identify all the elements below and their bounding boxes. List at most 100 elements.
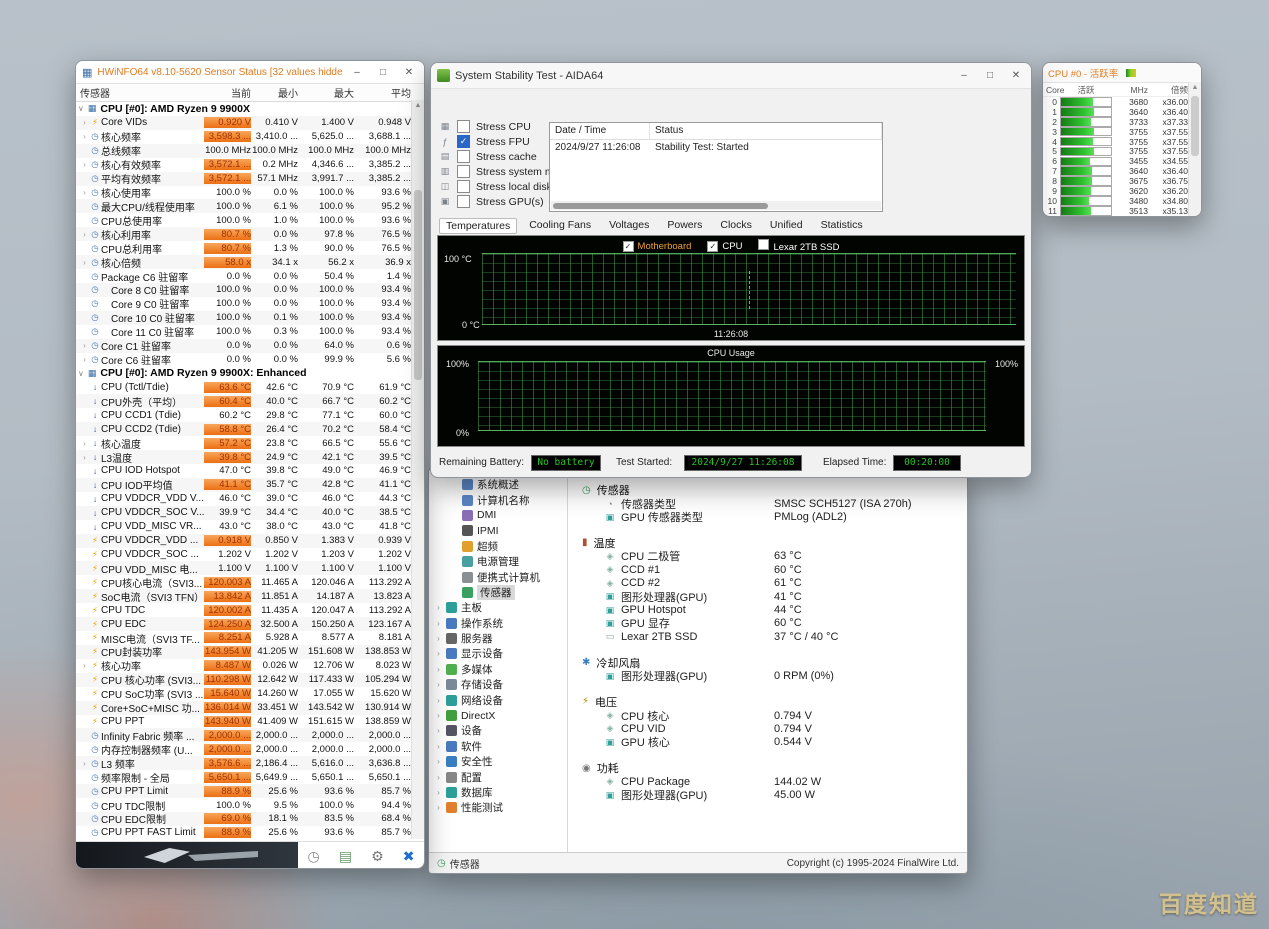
sensor-row[interactable]: ⚡CPU 核心功率 (SVI3...110.298 W12.642 W117.4… <box>76 673 424 687</box>
sensor-row[interactable]: ◷CPU PPT FAST Limit88.9 %25.6 %93.6 %85.… <box>76 826 424 840</box>
sensor-row[interactable]: ↓CPU VDDCR_SOC V...39.9 °C34.4 °C40.0 °C… <box>76 506 424 520</box>
expand-icon[interactable]: › <box>80 453 89 462</box>
exit-icon[interactable]: ✖ <box>403 849 415 863</box>
clock-icon[interactable]: ◷ <box>308 849 320 863</box>
cpu-monitor-titlebar[interactable]: CPU #0 - 活跃率 <box>1043 63 1201 83</box>
checkbox[interactable] <box>457 195 470 208</box>
sensor-row[interactable]: ↓CPU CCD2 (Tdie)58.8 °C26.4 °C70.2 °C58.… <box>76 422 424 436</box>
sensor-row[interactable]: ↓CPU外壳（平均）60.4 °C40.0 °C66.7 °C60.2 °C <box>76 394 424 408</box>
expand-icon[interactable]: › <box>435 634 442 643</box>
sidebar-item-安全性[interactable]: ›安全性 <box>429 754 567 769</box>
checkbox[interactable] <box>457 150 470 163</box>
sidebar-item-显示设备[interactable]: ›显示设备 <box>429 646 567 661</box>
sidebar-item-网络设备[interactable]: ›网络设备 <box>429 692 567 707</box>
sensor-item-row[interactable]: ▣GPU 显存60 °C <box>582 617 967 630</box>
scroll-thumb[interactable] <box>1191 96 1199 156</box>
sensor-row[interactable]: ›⚡Core VIDs0.920 V0.410 V1.400 V0.948 V <box>76 116 424 130</box>
sidebar-item-服务器[interactable]: ›服务器 <box>429 631 567 646</box>
collapse-icon[interactable]: ∨ <box>78 104 84 113</box>
close-button[interactable]: ✕ <box>1007 70 1025 81</box>
sensor-item-row[interactable]: ▣图形处理器(GPU)0 RPM (0%) <box>582 670 967 683</box>
sidebar-item-传感器[interactable]: 传感器 <box>429 585 567 600</box>
expand-icon[interactable]: › <box>80 160 89 169</box>
sidebar-item-存储设备[interactable]: ›存储设备 <box>429 677 567 692</box>
sensor-row[interactable]: ›◷核心使用率100.0 %0.0 %100.0 %93.6 % <box>76 186 424 200</box>
expand-icon[interactable]: › <box>80 661 89 670</box>
sensor-row[interactable]: ◷CPU TDC限制100.0 %9.5 %100.0 %94.4 % <box>76 798 424 812</box>
hwinfo-titlebar[interactable]: ▦ HWiNFO64 v8.10-5620 Sensor Status [32 … <box>76 61 424 84</box>
sensor-row[interactable]: ◷CPU总利用率80.7 %1.3 %90.0 %76.5 % <box>76 241 424 255</box>
sensor-row[interactable]: ◷Core 11 C0 驻留率100.0 %0.3 %100.0 %93.4 % <box>76 325 424 339</box>
sidebar-item-计算机名称[interactable]: 计算机名称 <box>429 492 567 507</box>
expand-icon[interactable]: › <box>80 355 89 364</box>
sensor-row[interactable]: ◷总线频率100.0 MHz100.0 MHz100.0 MHz100.0 MH… <box>76 144 424 158</box>
tab-clocks[interactable]: Clocks <box>714 218 758 234</box>
sidebar-item-DMI[interactable]: DMI <box>429 508 567 523</box>
checkbox[interactable] <box>457 165 470 178</box>
sidebar-item-数据库[interactable]: ›数据库 <box>429 785 567 800</box>
expand-icon[interactable]: › <box>80 132 89 141</box>
stability-titlebar[interactable]: System Stability Test - AIDA64 –□✕ <box>431 63 1031 89</box>
sensor-row[interactable]: ◷CPU PPT Limit88.9 %25.6 %93.6 %85.7 % <box>76 784 424 798</box>
scroll-up-icon[interactable]: ▲ <box>412 100 424 112</box>
tab-statistics[interactable]: Statistics <box>815 218 869 234</box>
sensor-row[interactable]: ↓CPU (Tctl/Tdie)63.6 °C42.6 °C70.9 °C61.… <box>76 380 424 394</box>
sensor-row[interactable]: ⚡Core+SoC+MISC 功...136.014 W33.451 W143.… <box>76 701 424 715</box>
sensor-row[interactable]: ⚡MISC电流（SVI3 TF...8.251 A5.928 A8.577 A8… <box>76 631 424 645</box>
sensor-row[interactable]: ›⚡核心功率8.487 W0.026 W12.706 W8.023 W <box>76 659 424 673</box>
expand-icon[interactable]: › <box>80 439 89 448</box>
sensor-row[interactable]: ◷Core 8 C0 驻留率100.0 %0.0 %100.0 %93.4 % <box>76 283 424 297</box>
cpu-monitor-scrollbar[interactable]: ▲ <box>1188 82 1201 216</box>
sensor-row[interactable]: ›◷核心有效频率3,572.1 ...0.2 MHz4,346.6 ...3,3… <box>76 158 424 172</box>
log-hscrollbar[interactable] <box>551 201 881 210</box>
sidebar-item-系统概述[interactable]: 系统概述 <box>429 477 567 492</box>
sidebar-item-DirectX[interactable]: ›DirectX <box>429 708 567 723</box>
expand-icon[interactable]: › <box>80 258 89 267</box>
scroll-thumb[interactable] <box>414 190 422 380</box>
sensor-row[interactable]: ⚡CPU VDDCR_VDD ...0.918 V0.850 V1.383 V0… <box>76 534 424 548</box>
sensor-item-row[interactable]: ▣GPU 核心0.544 V <box>582 736 967 749</box>
expand-icon[interactable]: › <box>435 773 442 782</box>
sensor-item-row[interactable]: ▣GPU 传感器类型PMLog (ADL2) <box>582 510 967 523</box>
sidebar-item-便携式计算机[interactable]: 便携式计算机 <box>429 569 567 584</box>
sensor-row[interactable]: ⚡CPU TDC120.002 A11.435 A120.047 A113.29… <box>76 603 424 617</box>
sensor-row[interactable]: ›◷Core C6 驻留率0.0 %0.0 %99.9 %5.6 % <box>76 353 424 367</box>
log-row[interactable]: 2024/9/27 11:26:08Stability Test: Starte… <box>550 140 882 155</box>
sensor-row[interactable]: ↓CPU VDD_MISC VR...43.0 °C38.0 °C43.0 °C… <box>76 520 424 534</box>
expand-icon[interactable]: › <box>435 726 442 735</box>
sensor-row[interactable]: ›↓核心温度57.2 °C23.8 °C66.5 °C55.6 °C <box>76 436 424 450</box>
log-hscroll-thumb[interactable] <box>553 203 768 209</box>
sensor-row[interactable]: ◷频率限制 - 全局5,650.1 ...5,649.9 ...5,650.1 … <box>76 770 424 784</box>
expand-icon[interactable]: › <box>435 711 442 720</box>
minimize-button[interactable]: – <box>955 70 973 81</box>
sidebar-item-性能测试[interactable]: ›性能测试 <box>429 800 567 815</box>
log-column-header[interactable]: Date / Time <box>550 123 650 139</box>
hwinfo-column-headers[interactable]: 传感器当前最小最大平均 <box>76 84 424 102</box>
expand-icon[interactable]: › <box>80 188 89 197</box>
sidebar-item-设备[interactable]: ›设备 <box>429 723 567 738</box>
sensor-section-header[interactable]: ∨▦CPU [#0]: AMD Ryzen 9 9900X <box>76 102 424 116</box>
expand-icon[interactable]: › <box>80 118 89 127</box>
sensor-row[interactable]: ◷Infinity Fabric 频率 ...2,000.0 ...2,000.… <box>76 728 424 742</box>
sensor-item-row[interactable]: ▣图形处理器(GPU)45.00 W <box>582 788 967 801</box>
tab-cooling-fans[interactable]: Cooling Fans <box>523 218 597 234</box>
legend-cpu[interactable]: ✓CPU <box>707 241 742 252</box>
sensor-row[interactable]: ⚡CPU EDC124.250 A32.500 A150.250 A123.16… <box>76 617 424 631</box>
sidebar-item-电源管理[interactable]: 电源管理 <box>429 554 567 569</box>
expand-icon[interactable]: › <box>435 649 442 658</box>
sensor-row[interactable]: ›↓L3温度39.8 °C24.9 °C42.1 °C39.5 °C <box>76 450 424 464</box>
sidebar-item-操作系统[interactable]: ›操作系统 <box>429 616 567 631</box>
column-header-1[interactable]: 当前 <box>204 85 251 100</box>
expand-icon[interactable]: › <box>435 788 442 797</box>
expand-icon[interactable]: › <box>435 696 442 705</box>
expand-icon[interactable]: › <box>435 603 442 612</box>
hwinfo-sensor-table[interactable]: ∨▦CPU [#0]: AMD Ryzen 9 9900X›⚡Core VIDs… <box>76 102 424 841</box>
sensor-row[interactable]: ⚡SoC电流（SVI3 TFN）13.842 A11.851 A14.187 A… <box>76 589 424 603</box>
maximize-button[interactable]: □ <box>374 67 392 78</box>
sensor-row[interactable]: ◷最大CPU/线程使用率100.0 %6.1 %100.0 %95.2 % <box>76 199 424 213</box>
sensor-row[interactable]: ⚡CPU VDDCR_SOC ...1.202 V1.202 V1.203 V1… <box>76 548 424 562</box>
report-icon[interactable]: ▤ <box>339 849 352 863</box>
scroll-up-icon[interactable]: ▲ <box>1189 82 1201 93</box>
collapse-icon[interactable]: ∨ <box>78 369 84 378</box>
expand-icon[interactable]: › <box>80 341 89 350</box>
